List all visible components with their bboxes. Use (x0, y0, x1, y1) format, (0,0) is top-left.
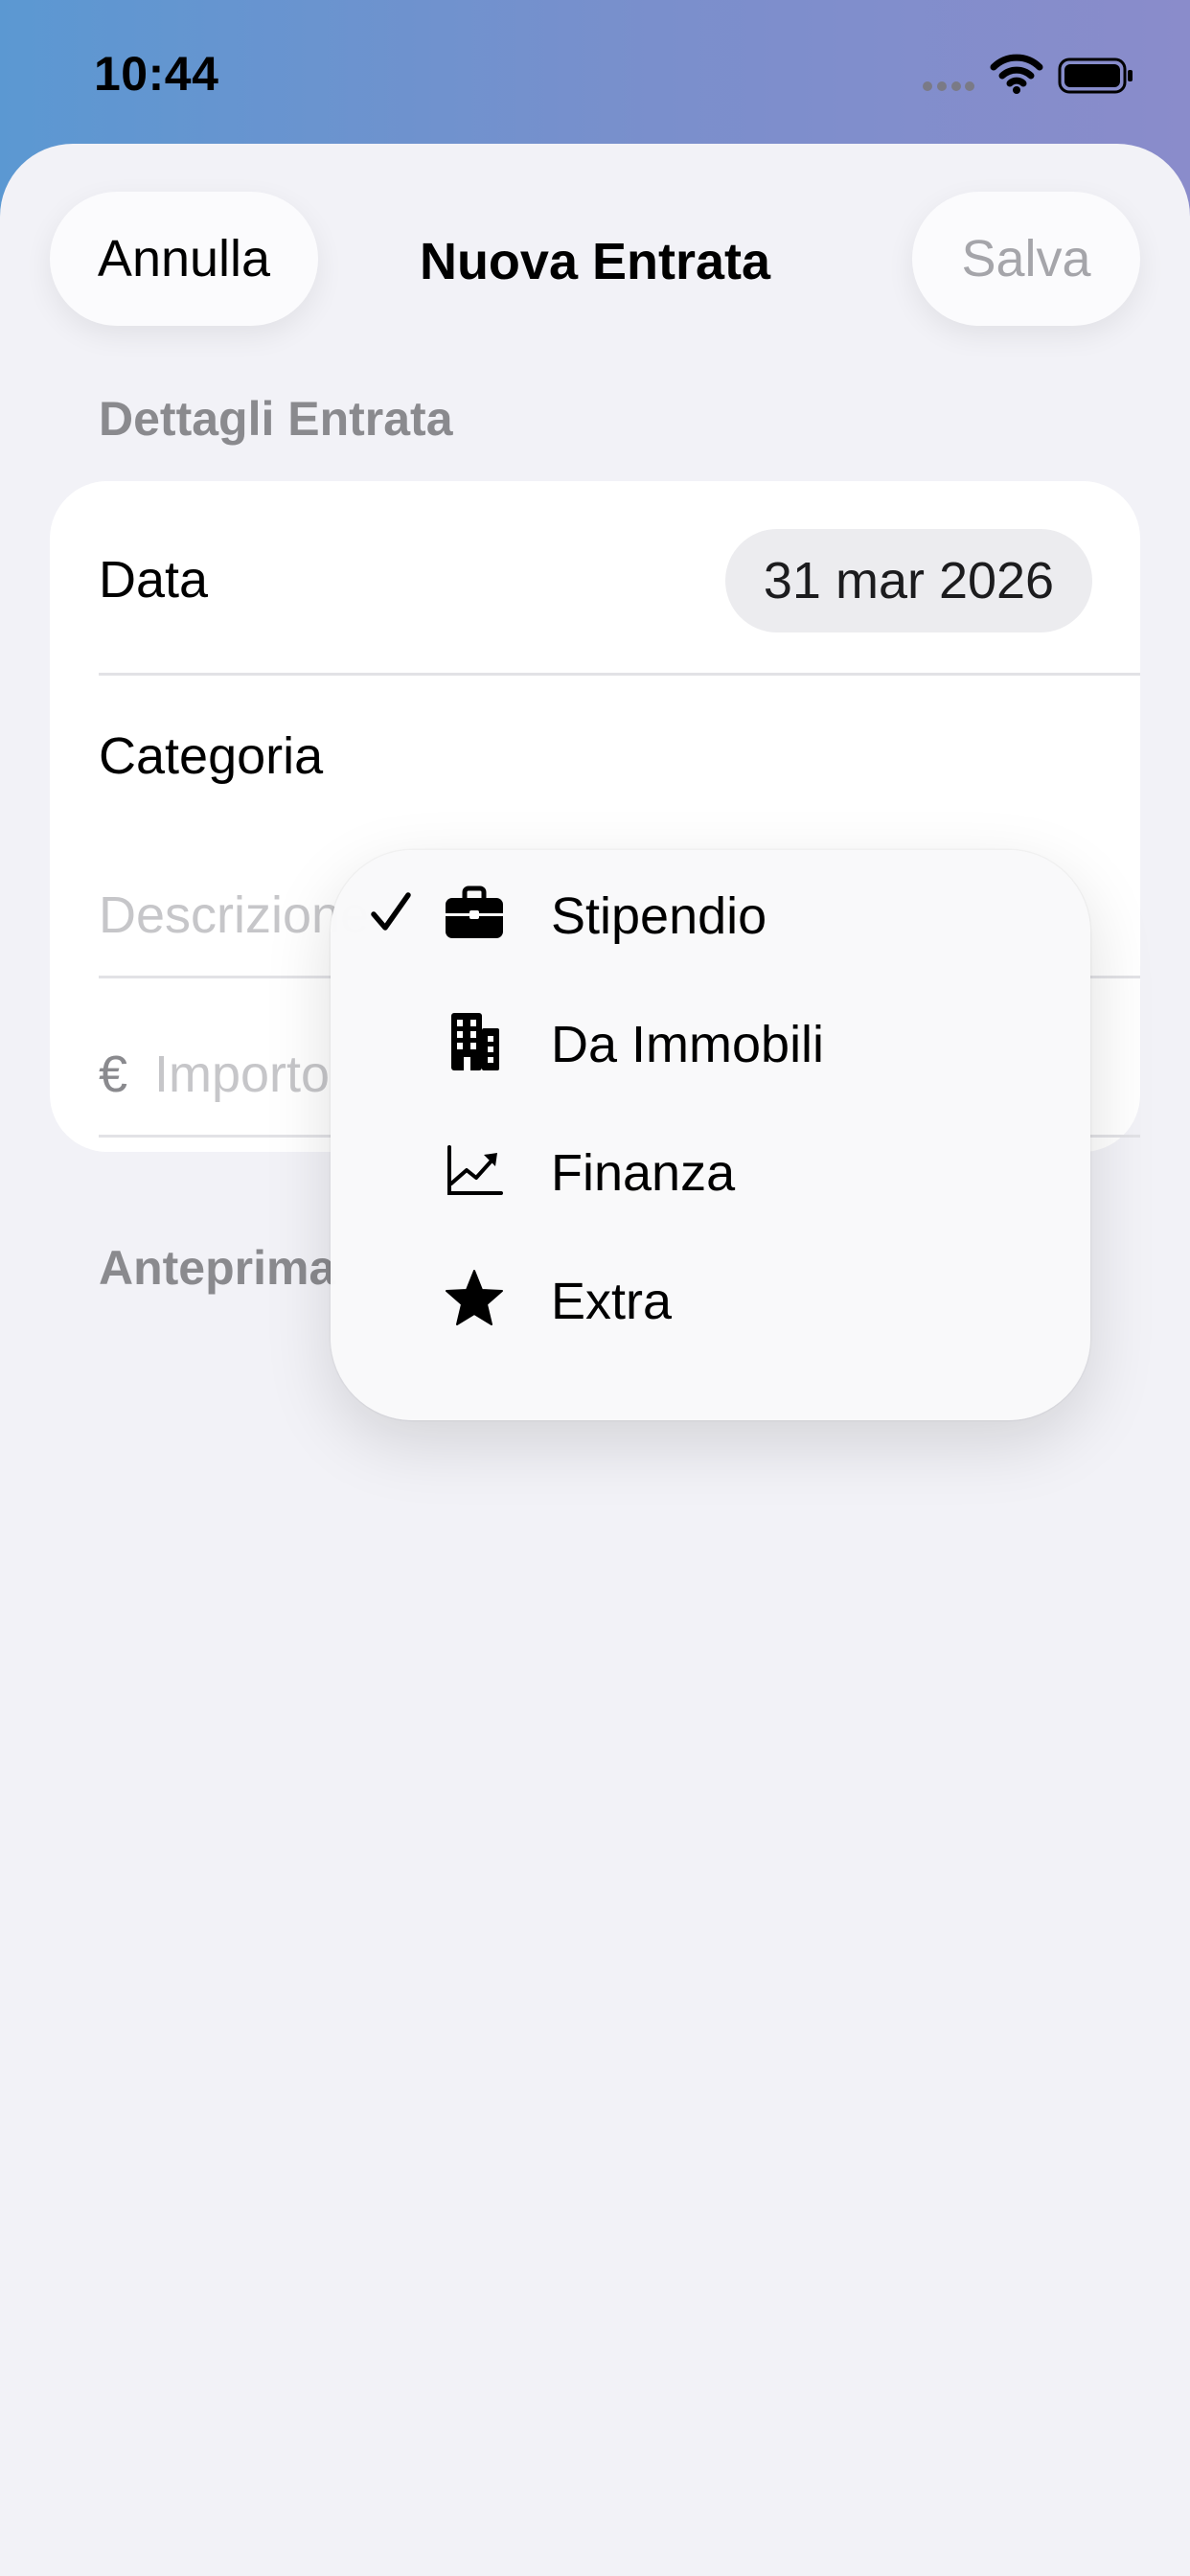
briefcase-icon (446, 886, 503, 938)
date-label: Data (99, 551, 209, 609)
menu-item-label: Stipendio (551, 887, 767, 945)
divider (99, 673, 1140, 676)
section-header-preview: Anteprima (99, 1241, 336, 1295)
status-time: 10:44 (94, 47, 219, 101)
amount-placeholder[interactable]: Importo (154, 1045, 330, 1104)
date-picker-button[interactable]: 31 mar 2026 (725, 529, 1092, 632)
building-icon (451, 1013, 499, 1070)
star-icon (446, 1270, 503, 1325)
menu-item-da-immobili[interactable]: Da Immobili (331, 978, 1090, 1107)
menu-item-label: Extra (551, 1273, 673, 1330)
save-button[interactable]: Salva (912, 192, 1140, 326)
new-income-sheet: Annulla Nuova Entrata Salva Dettagli Ent… (0, 144, 1190, 2576)
menu-item-extra[interactable]: Extra (331, 1235, 1090, 1364)
status-bar: 10:44 (0, 0, 1190, 144)
battery-icon (1058, 58, 1133, 94)
currency-symbol: € (99, 1046, 128, 1103)
menu-item-finanza[interactable]: Finanza (331, 1107, 1090, 1235)
date-row: Data 31 mar 2026 (50, 481, 1140, 673)
menu-item-stipendio[interactable]: Stipendio (331, 850, 1090, 978)
wifi-icon (990, 54, 1043, 94)
menu-item-label: Finanza (551, 1144, 736, 1202)
checkmark-icon (371, 892, 411, 931)
category-dropdown-menu: Stipendio Da Immobili Finanza Extra (331, 850, 1090, 1420)
menu-item-label: Da Immobili (551, 1016, 825, 1073)
description-field[interactable]: Descrizione (99, 886, 369, 945)
nav-bar: Annulla Nuova Entrata Salva (0, 144, 1190, 326)
cellular-signal-icon (923, 81, 974, 91)
chart-line-uptrend-icon (447, 1145, 503, 1195)
category-label: Categoria (99, 727, 324, 785)
screen: 10:44 Annulla Nuova Entrata Salva Dettag… (0, 0, 1190, 2576)
section-header-details: Dettagli Entrata (99, 392, 453, 446)
